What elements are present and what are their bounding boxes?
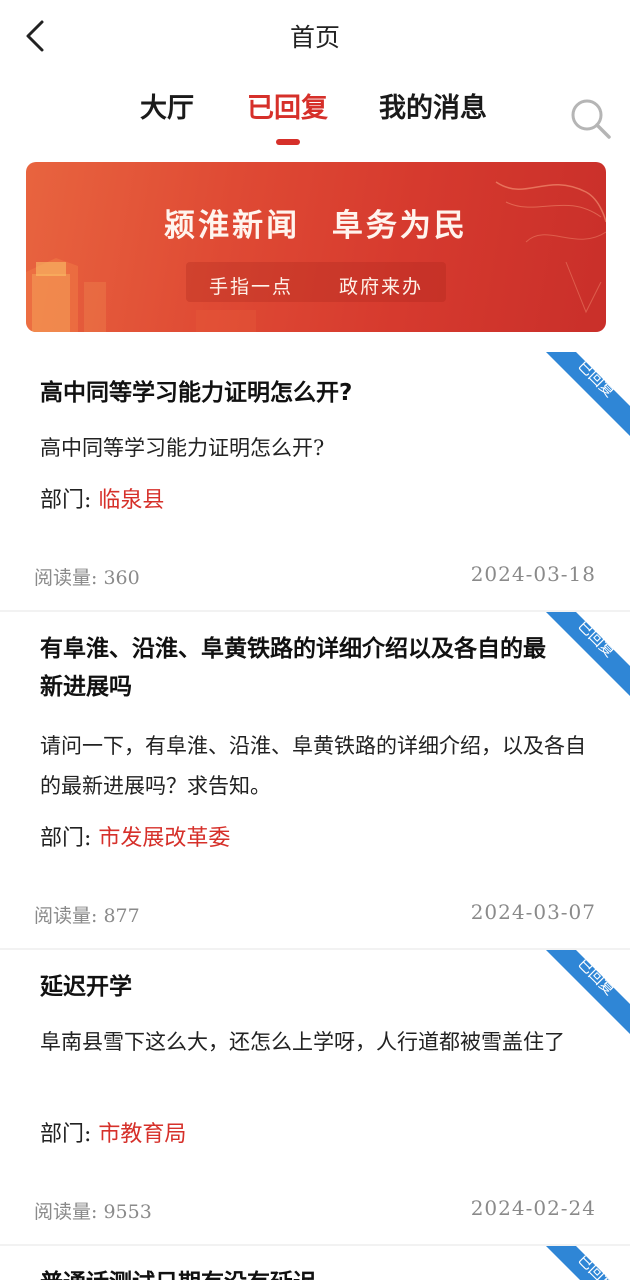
post-date: 2024-03-18 [470, 562, 596, 586]
post-title: 普通话测试日期有没有延迟 [40, 1264, 560, 1280]
tab-my-messages[interactable]: 我的消息 [379, 86, 487, 125]
replied-ribbon: 已回复 [546, 352, 630, 436]
department-label: 部门: [40, 488, 92, 513]
banner-sub-1: 手指一点 [208, 276, 293, 298]
view-count: 阅读量: 9553 [34, 1201, 152, 1223]
post-title: 高中同等学习能力证明怎么开? [40, 380, 353, 406]
post-title: 延迟开学 [40, 974, 132, 1000]
post-date: 2024-02-24 [470, 1196, 596, 1220]
post-department: 部门: 市发展改革委 [40, 820, 230, 852]
tab-replied[interactable]: 已回复 [247, 86, 328, 125]
view-count: 阅读量: 877 [34, 905, 140, 927]
department-label: 部门: [40, 826, 92, 851]
tab-hall[interactable]: 大厅 [140, 86, 194, 125]
replied-ribbon: 已回复 [546, 1246, 619, 1280]
department-name: 市发展改革委 [98, 826, 231, 851]
department-label: 部门: [40, 1122, 92, 1147]
tab-bar: 大厅 已回复 我的消息 [0, 86, 630, 148]
replied-ribbon: 已回复 [546, 612, 630, 696]
post-card[interactable]: 延迟开学 阜南县雪下这么大，还怎么上学呀，人行道都被雪盖住了 部门: 市教育局 … [0, 950, 630, 1246]
post-body: 请问一下，有阜淮、沿淮、阜黄铁路的详细介绍，以及各自的最新进展吗？求告知。 [40, 734, 586, 798]
page-title: 首页 [289, 23, 340, 52]
post-title: 有阜淮、沿淮、阜黄铁路的详细介绍以及各自的最新进展吗 [40, 636, 546, 700]
replied-ribbon: 已回复 [546, 950, 630, 1034]
post-date: 2024-03-07 [470, 900, 596, 924]
search-button[interactable] [568, 96, 614, 142]
banner-slogan: 颍淮新闻 阜务为民 [164, 208, 468, 244]
view-count: 阅读量: 360 [34, 567, 140, 589]
active-tab-indicator [276, 139, 300, 145]
post-card[interactable]: 有阜淮、沿淮、阜黄铁路的详细介绍以及各自的最新进展吗 请问一下，有阜淮、沿淮、阜… [0, 612, 630, 950]
banner-decoration [26, 181, 606, 332]
post-body: 高中同等学习能力证明怎么开? [40, 436, 325, 460]
post-card[interactable]: 高中同等学习能力证明怎么开? 高中同等学习能力证明怎么开? 部门: 临泉县 阅读… [0, 352, 630, 612]
search-icon [571, 99, 611, 139]
department-name: 临泉县 [98, 488, 165, 513]
post-card[interactable]: 普通话测试日期有没有延迟 已回复 [0, 1246, 630, 1280]
banner-sub-2: 政府来办 [339, 276, 424, 298]
department-name: 市教育局 [98, 1122, 187, 1147]
banner-subtitle: 手指一点 政府来办 [26, 272, 606, 299]
post-department: 部门: 临泉县 [40, 482, 164, 514]
top-bar: 首页 [0, 0, 630, 72]
post-body: 阜南县雪下这么大，还怎么上学呀，人行道都被雪盖住了 [40, 1030, 565, 1054]
post-department: 部门: 市教育局 [40, 1116, 186, 1148]
promo-banner[interactable]: 颍淮新闻 阜务为民 手指一点 政府来办 [26, 162, 606, 332]
